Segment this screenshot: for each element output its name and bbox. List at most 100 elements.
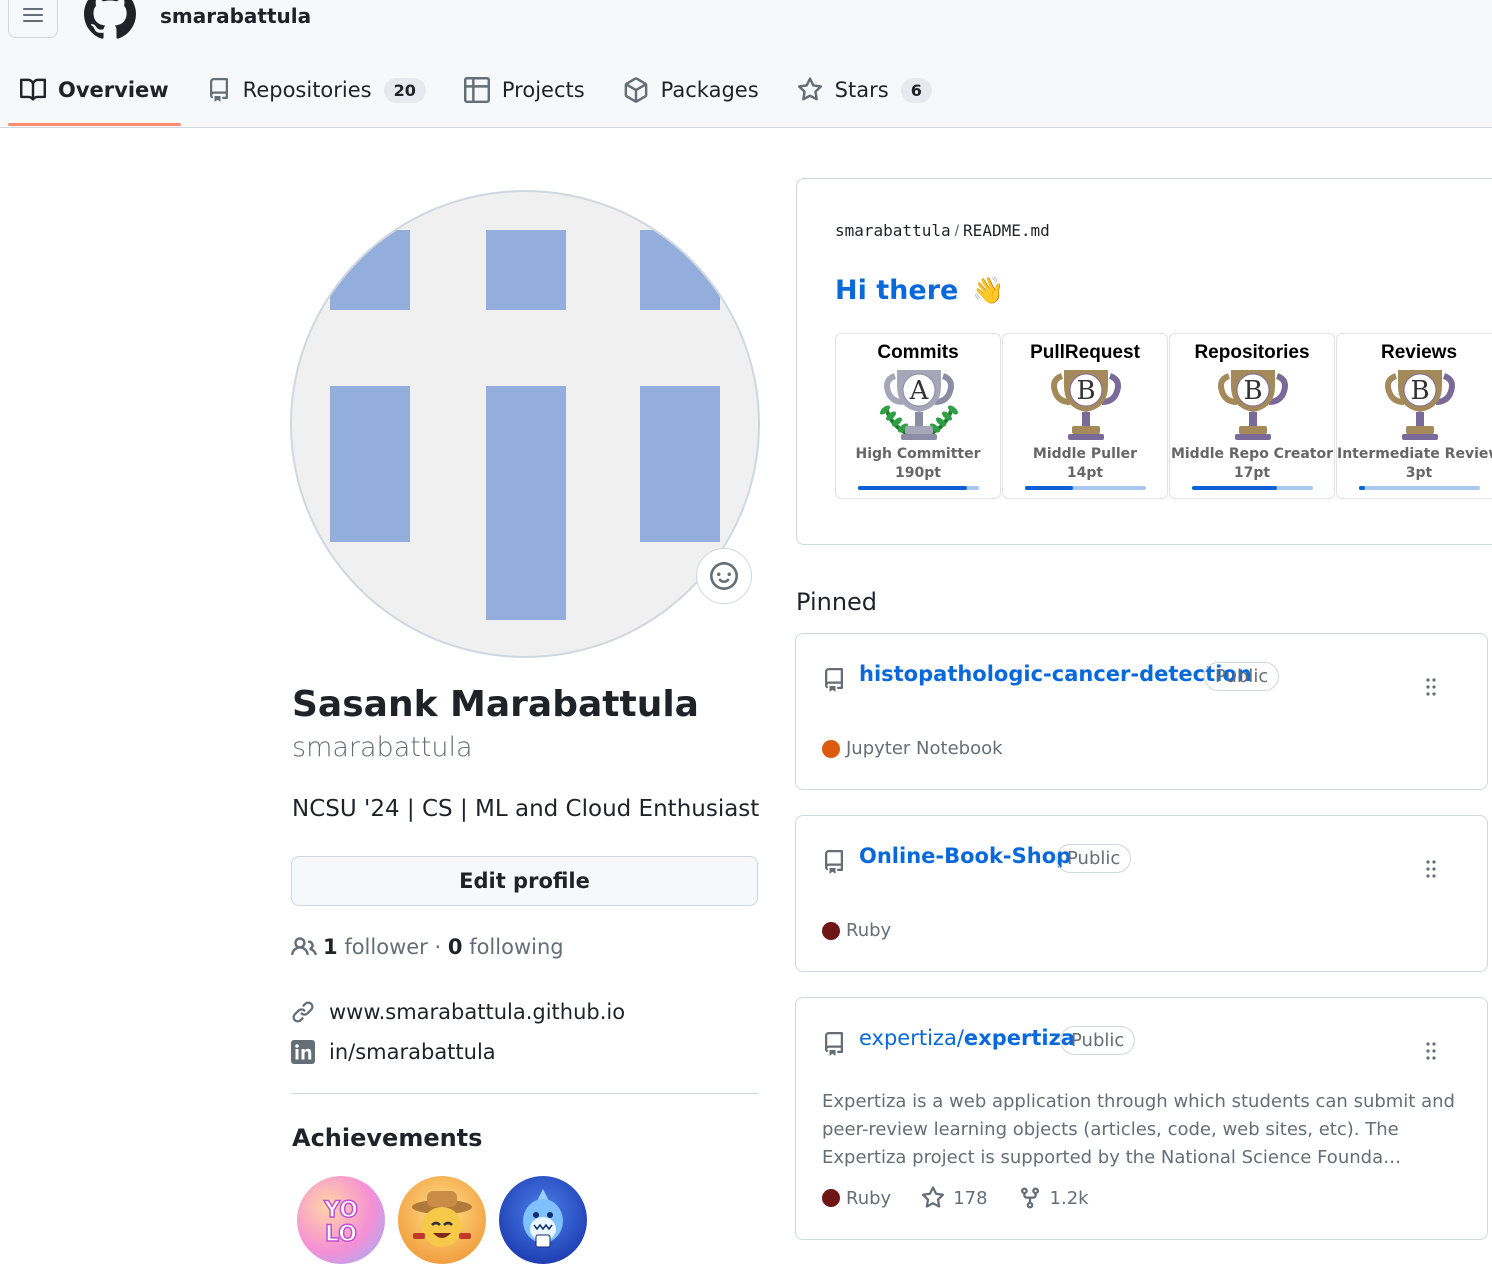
tab-overview-label: Overview <box>58 78 169 102</box>
drag-handle-icon[interactable] <box>1423 676 1439 698</box>
repo-link[interactable]: expertiza/expertiza <box>859 1026 1075 1050</box>
trophy-card: PullRequest B Middle Puller 14pt <box>1002 333 1168 499</box>
repo-icon <box>825 1032 843 1056</box>
trophy-points: 3pt <box>1405 465 1433 481</box>
drag-handle-icon[interactable] <box>1423 1040 1439 1062</box>
yolo-badge-icon: YOLO <box>322 1197 358 1248</box>
repo-language: Ruby <box>822 920 891 941</box>
visibility-badge: Public <box>1204 662 1280 691</box>
achievement-badge-yolo[interactable]: YO LO <box>297 1176 385 1264</box>
star-icon <box>922 1186 945 1208</box>
repo-owner: expertiza/ <box>859 1026 964 1050</box>
identicon-block <box>640 230 720 310</box>
table-icon <box>463 77 490 103</box>
following-label: following <box>469 935 564 959</box>
profile-bio: NCSU '24 | CS | ML and Cloud Enthusiast <box>292 796 760 822</box>
repo-link[interactable]: histopathologic-cancer-detection <box>859 662 1252 686</box>
website-link[interactable]: www.smarabattula.github.io <box>329 1000 625 1024</box>
identicon-block <box>330 230 410 310</box>
linkedin-row: in/smarabattula <box>291 1040 496 1064</box>
achievements-title[interactable]: Achievements <box>292 1124 482 1152</box>
repo-stars-link[interactable]: 178 <box>921 1186 988 1210</box>
language-name: Ruby <box>846 920 892 941</box>
repo-icon <box>825 850 843 874</box>
package-icon <box>624 77 648 103</box>
linkedin-icon <box>291 1040 315 1064</box>
identicon-block <box>330 386 410 542</box>
trophy-points: 17pt <box>1233 465 1271 481</box>
tab-repositories[interactable]: Repositories 20 <box>195 60 438 120</box>
language-name: Ruby <box>846 1187 892 1209</box>
fork-icon <box>1020 1187 1039 1209</box>
tab-overview[interactable]: Overview <box>8 60 181 126</box>
profile-full-name: Sasank Marabattula <box>292 684 699 725</box>
header-username[interactable]: smarabattula <box>160 4 311 28</box>
repo-stars-count: 178 <box>953 1187 988 1209</box>
pinned-repo-card: expertiza/expertiza Public Expertiza is … <box>795 997 1488 1240</box>
cowboy-badge-icon <box>412 1191 472 1247</box>
book-icon <box>20 78 46 101</box>
repo-icon <box>209 78 228 102</box>
profile-readme: smarabattula / README.md Hi there 👋 Commit… <box>796 178 1492 545</box>
link-icon <box>292 1001 314 1023</box>
tab-repositories-label: Repositories <box>242 78 372 102</box>
trophy-progress-fill <box>858 486 967 490</box>
menu-button[interactable] <box>8 0 58 38</box>
trophy-rank-name: Middle Puller <box>1032 446 1138 462</box>
readme-heading: Hi there 👋 <box>835 275 1005 306</box>
trophy-cup-icon: A <box>880 370 958 440</box>
repo-meta: Ruby 178 1.2k <box>822 1186 1119 1210</box>
readme-owner[interactable]: smarabattula <box>835 221 951 240</box>
trophy-title: Commits <box>877 342 959 363</box>
hamburger-icon <box>23 8 43 22</box>
trophy-cup-icon: B <box>1051 370 1121 440</box>
linkedin-link[interactable]: in/smarabattula <box>329 1040 496 1064</box>
trophy-points: 190pt <box>895 465 941 481</box>
star-icon <box>797 77 822 101</box>
github-logo-icon[interactable] <box>84 0 136 40</box>
identicon-block <box>486 386 566 620</box>
followers-link[interactable]: 1 follower <box>323 935 428 959</box>
repo-language: Jupyter Notebook <box>822 738 1003 759</box>
achievement-badge-quickdraw[interactable] <box>398 1176 486 1264</box>
stars-count-badge: 6 <box>900 77 932 103</box>
trophy-title: PullRequest <box>1030 342 1140 363</box>
drag-handle-icon[interactable] <box>1423 858 1439 880</box>
repo-forks-link[interactable]: 1.2k <box>1018 1186 1089 1210</box>
repo-name: Online-Book-Shop <box>859 844 1072 868</box>
shark-badge-icon <box>523 1189 563 1248</box>
wave-emoji: 👋 <box>972 275 1005 306</box>
trophy-rank-name: High Committer <box>855 446 981 462</box>
trophy-card: Reviews B Intermediate Reviewer 3pt <box>1336 333 1492 499</box>
sidebar-divider <box>291 1093 758 1094</box>
trophy-rank-name: Intermediate Reviewer <box>1337 446 1492 462</box>
set-status-button[interactable] <box>696 548 752 604</box>
followers-count: 1 <box>323 935 338 959</box>
language-color-dot <box>822 739 840 758</box>
tab-packages[interactable]: Packages <box>611 60 771 120</box>
trophy-progress-bar <box>1192 486 1313 490</box>
tab-projects[interactable]: Projects <box>452 60 597 120</box>
avatar[interactable] <box>290 190 760 658</box>
follow-separator: · <box>434 935 442 959</box>
smiley-icon <box>710 562 738 590</box>
svg-text:YO: YO <box>323 1198 358 1223</box>
trophy-cup-icon: B <box>1385 370 1455 440</box>
trophy-title: Repositories <box>1194 342 1310 363</box>
profile-login: smarabattula <box>292 732 473 763</box>
following-link[interactable]: 0 following <box>448 935 564 959</box>
trophy-progress-fill <box>1025 486 1074 490</box>
trophy-title: Reviews <box>1380 342 1458 363</box>
repositories-count-badge: 20 <box>383 77 426 103</box>
pinned-repo-card: Online-Book-Shop Public Ruby <box>795 815 1488 972</box>
trophy-progress-bar <box>1025 486 1146 490</box>
trophy-cup-icon: B <box>1218 370 1288 440</box>
trophy-card: Commits A High Committer 190pt <box>835 333 1001 499</box>
trophy-row[interactable]: Commits A High Committer 190pt PullRequest B M… <box>835 333 1492 499</box>
edit-profile-button[interactable]: Edit profile <box>291 856 758 906</box>
tab-stars[interactable]: Stars 6 <box>785 60 944 120</box>
achievement-badge-pull-shark[interactable] <box>499 1176 587 1264</box>
following-count: 0 <box>447 935 463 959</box>
pinned-title: Pinned <box>796 588 878 616</box>
repo-link[interactable]: Online-Book-Shop <box>859 844 1071 868</box>
